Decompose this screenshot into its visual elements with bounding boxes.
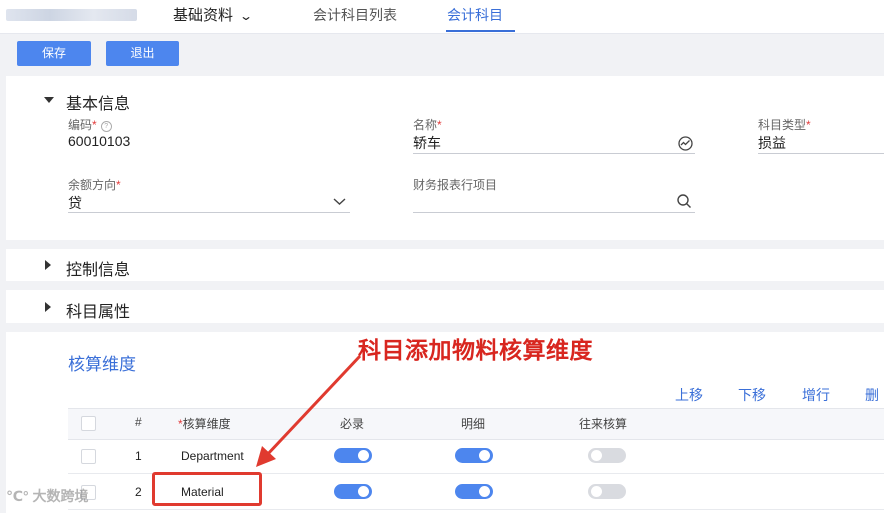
report-item-underline (413, 212, 695, 213)
col-dimension-header: *核算维度 (178, 417, 231, 431)
delete-row-button[interactable]: 删 (865, 385, 879, 405)
chevron-down-icon: ⌄ (239, 9, 254, 23)
code-label: 编码*? (68, 116, 112, 133)
annotation-highlight-box (152, 472, 262, 506)
report-item-label: 财务报表行项目 (413, 178, 498, 192)
type-field-underline (758, 153, 884, 154)
annotation-arrow-icon (256, 354, 362, 467)
col-index-header: # (135, 415, 142, 429)
move-up-button[interactable]: 上移 (675, 385, 703, 405)
attributes-card (6, 290, 884, 323)
detail-toggle[interactable] (455, 448, 493, 463)
section-attributes-title[interactable]: 科目属性 (66, 298, 130, 322)
tab-account[interactable]: 会计科目 (447, 5, 503, 25)
section-control-info-title[interactable]: 控制信息 (66, 256, 130, 280)
type-label: 科目类型* (758, 118, 811, 132)
expand-right-icon[interactable] (45, 302, 51, 312)
chevron-down-icon[interactable] (333, 197, 346, 206)
name-field-underline (413, 153, 695, 154)
direction-underline (68, 212, 350, 213)
row-index: 2 (135, 485, 142, 499)
annotation-text: 科目添加物料核算维度 (358, 337, 593, 363)
module-menu[interactable]: 基础资料 ⌄ (173, 4, 254, 25)
intercompany-toggle[interactable] (588, 448, 626, 463)
col-intercompany-header: 往来核算 (579, 417, 628, 431)
basic-info-card (6, 76, 884, 240)
code-field[interactable]: 60010103 (68, 133, 130, 149)
search-icon[interactable] (676, 193, 692, 209)
section-dimensions-title: 核算维度 (68, 355, 136, 374)
collapse-down-icon[interactable] (44, 97, 54, 103)
section-basic-info-title[interactable]: 基本信息 (66, 90, 130, 114)
multilanguage-icon[interactable] (677, 135, 694, 152)
required-toggle[interactable] (334, 484, 372, 499)
direction-label: 余额方向* (68, 178, 121, 192)
direction-select[interactable]: 贷 (68, 193, 82, 213)
module-menu-label: 基础资料 (173, 7, 234, 24)
watermark-logo-icon: ℃° (6, 488, 33, 504)
name-label: 名称* (413, 118, 442, 132)
intercompany-toggle[interactable] (588, 484, 626, 499)
active-tab-indicator (446, 30, 515, 32)
exit-button[interactable]: 退出 (106, 41, 179, 66)
row-divider (68, 509, 884, 510)
select-all-checkbox[interactable] (81, 416, 96, 431)
app-logo (6, 9, 137, 21)
name-field[interactable]: 轿车 (413, 133, 441, 153)
move-down-button[interactable]: 下移 (738, 385, 766, 405)
help-icon[interactable]: ? (100, 121, 112, 132)
row-dimension[interactable]: Department (181, 449, 244, 463)
save-button[interactable]: 保存 (17, 41, 91, 66)
top-bar: 基础资料 ⌄ 会计科目列表 会计科目 (0, 0, 884, 34)
expand-right-icon[interactable] (45, 260, 51, 270)
control-info-card (6, 249, 884, 281)
col-detail-header: 明细 (461, 417, 486, 431)
tab-account-list[interactable]: 会计科目列表 (313, 5, 397, 25)
row-checkbox[interactable] (81, 449, 96, 464)
row-index: 1 (135, 449, 142, 463)
type-field[interactable]: 损益 (758, 133, 786, 153)
add-row-button[interactable]: 增行 (802, 385, 830, 405)
watermark: ℃° 大数跨境 (6, 488, 89, 504)
detail-toggle[interactable] (455, 484, 493, 499)
